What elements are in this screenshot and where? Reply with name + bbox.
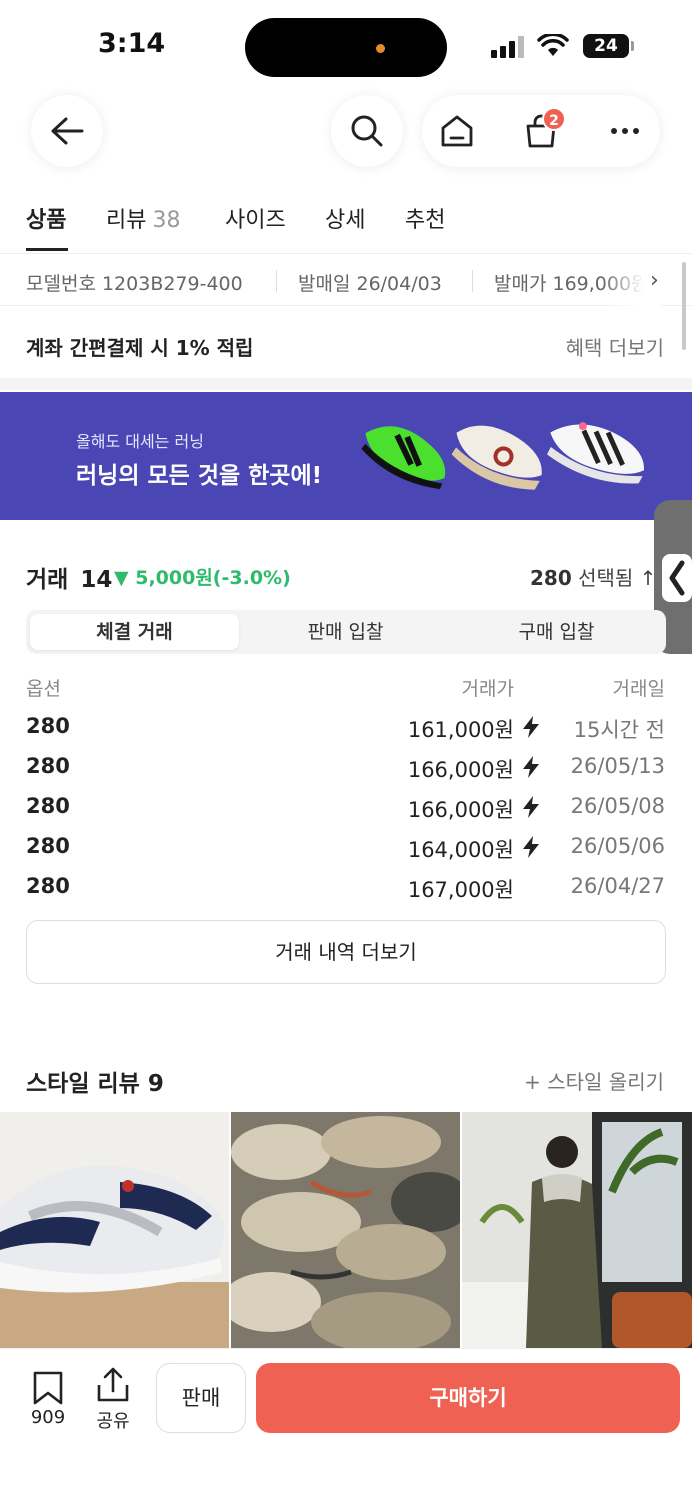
cart-count-badge: 2 — [542, 107, 566, 131]
trade-row: 280 166,000원 26/05/08 — [0, 794, 692, 834]
benefit-row: 계좌 간편결제 시 1% 적립 혜택 더보기 — [0, 312, 692, 378]
selected-size: 280 — [530, 566, 572, 590]
person-outfit-photo-image — [462, 1112, 692, 1348]
column-option: 옵션 — [26, 678, 61, 700]
share-label: 공유 — [96, 1411, 130, 1432]
style-upload-link[interactable]: + 스타일 올리기 — [524, 1066, 664, 1095]
trade-option: 280 — [26, 714, 70, 738]
trade-row: 280 166,000원 26/05/13 — [0, 754, 692, 794]
running-promo-banner[interactable]: 올해도 대세는 러닝 러닝의 모든 것을 한곳에! — [0, 392, 692, 520]
trade-segment-control: 체결 거래 판매 입찰 구매 입찰 — [26, 610, 666, 654]
trade-row: 280 164,000원 26/05/06 — [0, 834, 692, 874]
trade-price: 164,000원 — [407, 838, 514, 862]
bookmark-icon[interactable] — [32, 1371, 64, 1405]
trade-header: 거래 14 ▼ 5,000원(-3.0%) 280 선택됨 ↑ — [0, 560, 692, 594]
tab-product[interactable]: 상품 — [26, 202, 66, 234]
nav-actions-group: 2 — [422, 95, 660, 167]
trade-date: 26/04/27 — [570, 874, 665, 898]
back-button[interactable] — [31, 95, 103, 167]
section-divider — [0, 378, 692, 390]
fast-delivery-icon — [520, 795, 542, 819]
bookmark-count: 909 — [30, 1407, 66, 1428]
fast-delivery-icon — [520, 715, 542, 739]
style-photo[interactable] — [0, 1112, 229, 1348]
sort-arrow-icon: ↑ — [639, 566, 657, 590]
column-price: 거래가 — [461, 678, 514, 700]
search-button[interactable] — [331, 95, 403, 167]
sneaker-photo-image — [0, 1165, 229, 1348]
back-arrow-icon — [51, 117, 84, 145]
style-photo-strip — [0, 1112, 692, 1348]
tab-size[interactable]: 사이즈 — [225, 202, 286, 234]
divider — [472, 270, 473, 292]
top-nav: 2 — [0, 95, 692, 167]
divider — [276, 270, 277, 292]
product-tabs: 상품 리뷰 38 사이즈 상세 추천 — [0, 192, 692, 254]
bottom-action-bar: 909 공유 판매 구매하기 — [0, 1348, 692, 1500]
benefit-more-link[interactable]: 혜택 더보기 — [566, 332, 664, 361]
price-change: ▼ 5,000원(-3.0%) — [114, 567, 291, 589]
tab-recommend[interactable]: 추천 — [405, 202, 445, 234]
trade-price: 166,000원 — [407, 758, 514, 782]
tab-review[interactable]: 리뷰 38 — [106, 202, 180, 234]
home-button[interactable] — [439, 113, 475, 149]
trade-date: 26/05/08 — [570, 794, 665, 818]
trade-table-header: 옵션 거래가 거래일 — [0, 674, 692, 702]
release-date: 발매일 26/04/03 — [298, 273, 442, 295]
fast-delivery-icon — [520, 755, 542, 779]
segment-sell-bids[interactable]: 판매 입찰 — [241, 614, 450, 650]
chevron-right-icon[interactable]: › — [650, 268, 659, 293]
style-review-header: 스타일 리뷰 9 + 스타일 올리기 — [0, 1060, 692, 1097]
trade-price: 167,000원 — [407, 878, 514, 902]
style-photo[interactable] — [462, 1112, 692, 1348]
status-bar: 3:14 24 — [0, 0, 692, 90]
style-review-title: 스타일 리뷰 9 — [26, 1071, 164, 1097]
cellular-signal-icon — [491, 36, 527, 58]
battery-indicator: 24 — [583, 34, 629, 58]
banner-subtitle: 올해도 대세는 러닝 — [76, 432, 204, 451]
more-button[interactable] — [607, 113, 643, 149]
search-icon — [351, 115, 383, 147]
home-icon — [441, 115, 473, 147]
trade-history-more-button[interactable]: 거래 내역 더보기 — [26, 920, 666, 984]
banner-title: 러닝의 모든 것을 한곳에! — [76, 463, 323, 489]
dynamic-island — [245, 18, 447, 77]
review-count: 38 — [152, 208, 181, 233]
trade-count: 14 — [80, 567, 113, 593]
share-icon[interactable] — [96, 1367, 130, 1403]
trade-option: 280 — [26, 834, 70, 858]
trade-date: 26/05/06 — [570, 834, 665, 858]
segment-buy-bids[interactable]: 구매 입찰 — [452, 614, 661, 650]
trade-option: 280 — [26, 874, 70, 898]
style-photo[interactable] — [231, 1112, 460, 1348]
style-review-count: 9 — [147, 1071, 164, 1097]
camera-indicator-dot — [376, 44, 385, 53]
trade-title: 거래 14 — [26, 567, 113, 593]
trade-price: 166,000원 — [407, 798, 514, 822]
sneaker-pile-photo-image — [231, 1112, 460, 1348]
banner-shoes-image — [361, 422, 645, 490]
buy-button[interactable]: 구매하기 — [256, 1363, 680, 1433]
trade-date: 26/05/13 — [570, 754, 665, 778]
status-time: 3:14 — [98, 28, 166, 59]
trade-option: 280 — [26, 794, 70, 818]
model-number: 모델번호 1203B279-400 — [26, 273, 243, 295]
tab-detail[interactable]: 상세 — [325, 202, 365, 234]
trade-date: 15시간 전 — [573, 718, 665, 742]
trade-price: 161,000원 — [407, 718, 514, 742]
benefit-text: 계좌 간편결제 시 1% 적립 — [26, 336, 254, 360]
fast-delivery-icon — [520, 835, 542, 859]
column-date: 거래일 — [612, 678, 665, 700]
sell-button[interactable]: 판매 — [156, 1363, 246, 1433]
segment-completed-trades[interactable]: 체결 거래 — [30, 614, 239, 650]
size-selector[interactable]: 280 선택됨 ↑ — [530, 562, 656, 591]
trade-row: 280 167,000원 26/04/27 — [0, 874, 692, 914]
trade-row: 280 161,000원 15시간 전 — [0, 714, 692, 754]
more-dots-icon — [611, 128, 639, 134]
product-meta-row[interactable]: 모델번호 1203B279-400 발매일 26/04/03 발매가 169,0… — [0, 256, 692, 306]
trade-option: 280 — [26, 754, 70, 778]
wifi-icon — [537, 34, 569, 56]
active-tab-indicator — [26, 248, 68, 251]
battery-tip — [631, 41, 634, 51]
